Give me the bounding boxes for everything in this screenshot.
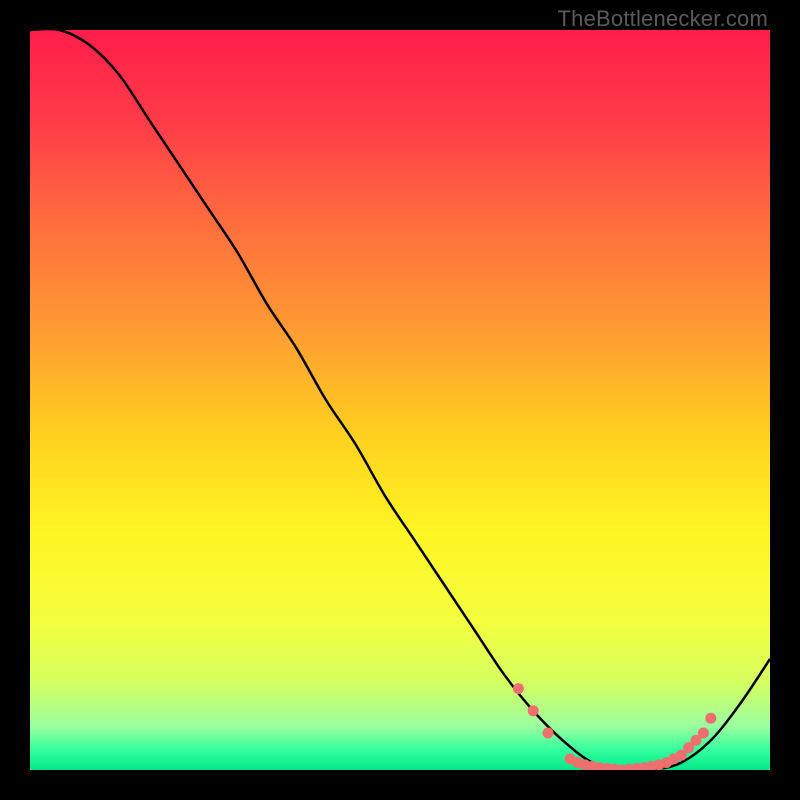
highlight-dot: [543, 728, 554, 739]
bottleneck-curve: [30, 30, 770, 770]
highlight-dots-group: [513, 683, 716, 770]
highlight-dot: [698, 728, 709, 739]
attribution-text: TheBottlenecker.com: [558, 6, 768, 32]
highlight-dot: [705, 713, 716, 724]
chart-overlay: [30, 30, 770, 770]
chart-frame: [30, 30, 770, 770]
highlight-dot: [528, 705, 539, 716]
highlight-dot: [513, 683, 524, 694]
